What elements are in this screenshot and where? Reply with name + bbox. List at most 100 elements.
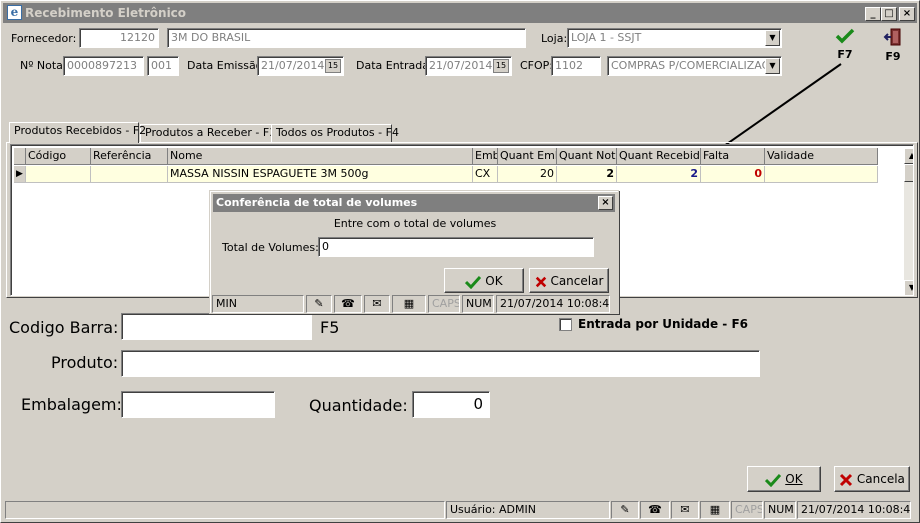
quantidade-label: Quantidade: (309, 396, 408, 415)
dialog-status-user: MIN (212, 295, 304, 313)
checkmark-icon (765, 473, 782, 487)
column-header[interactable]: Nome (168, 148, 473, 165)
emissao-label: Data Emissão: (187, 59, 267, 72)
total-volumes-input[interactable]: 0 (318, 237, 594, 257)
tab-produtos-recebidos[interactable]: Produtos Recebidos - F2 (9, 122, 146, 143)
cancel-x-icon (535, 276, 546, 287)
quantidade-input[interactable]: 0 (412, 391, 490, 418)
app-e-icon: e (7, 5, 22, 20)
volumes-dialog: Conferência de total de volumes × Entre … (209, 190, 619, 314)
row-indicator-icon: ▶ (14, 166, 26, 183)
title-bar: e Recebimento Eletrônico _ □ × (3, 3, 917, 23)
status-datetime: 21/07/2014 10:08:46 (797, 501, 911, 519)
entrada-unidade-checkbox[interactable] (559, 318, 572, 331)
column-header[interactable]: Código (26, 148, 91, 165)
loja-value: LOJA 1 - SSJT (571, 31, 642, 44)
cancel-label: Cancela (856, 472, 905, 486)
scroll-down-icon[interactable]: ▼ (904, 280, 913, 295)
scroll-thumb[interactable] (904, 164, 913, 182)
caps-indicator: CAPS (731, 501, 763, 519)
cfop-label: CFOP: (520, 59, 554, 72)
cancel-button[interactable]: Cancela (834, 466, 910, 492)
embalagem-input[interactable] (121, 391, 275, 418)
exit-f9-button[interactable]: F9 (879, 27, 907, 63)
dialog-close-button[interactable]: × (598, 196, 613, 210)
entrada-unidade-label: Entrada por Unidade - F6 (578, 317, 748, 331)
column-header[interactable]: Quant Recebida (617, 148, 701, 165)
dialog-ok-label: OK (485, 274, 503, 288)
cancel-x-icon (840, 473, 853, 486)
column-header[interactable]: Falta (701, 148, 765, 165)
produto-input[interactable] (121, 350, 760, 377)
nota-field[interactable]: 0000897213 (63, 56, 144, 76)
total-volumes-label: Total de Volumes: (222, 241, 319, 254)
f9-label: F9 (885, 50, 901, 63)
entrada-date-field[interactable]: 21/07/2014 15 (425, 56, 512, 76)
fornecedor-label: Fornecedor: (11, 32, 77, 45)
cell-falta[interactable]: 0 (701, 166, 765, 183)
column-header[interactable]: Validade (765, 148, 878, 165)
checkmark-icon (465, 275, 482, 289)
phone-icon[interactable]: ☎ (334, 295, 362, 313)
status-user: Usuário: ADMIN (446, 501, 610, 519)
cell-emb[interactable]: CX (473, 166, 498, 183)
mail-icon[interactable]: ✉ (364, 295, 390, 313)
emissao-value: 21/07/2014 (261, 59, 325, 72)
mail-icon[interactable]: ✉ (671, 501, 699, 519)
codigo-barra-input[interactable] (121, 313, 312, 340)
calculator-icon[interactable]: ▦ (700, 501, 730, 519)
notes-icon[interactable]: ✎ (611, 501, 639, 519)
column-header[interactable]: Quant Nota (557, 148, 617, 165)
dialog-cancel-label: Cancelar (550, 274, 604, 288)
notes-icon[interactable]: ✎ (306, 295, 332, 313)
close-button[interactable]: × (899, 7, 915, 21)
calculator-icon[interactable]: ▦ (392, 295, 426, 313)
dialog-status-datetime: 21/07/2014 10:08:46 (496, 295, 610, 313)
ok-button[interactable]: OK (747, 466, 821, 492)
phone-icon[interactable]: ☎ (640, 501, 670, 519)
tab-produtos-a-receber[interactable]: Produtos a Receber - F3 (140, 124, 276, 142)
codigo-barra-hint: F5 (320, 318, 340, 337)
column-header[interactable]: Referência (91, 148, 168, 165)
loja-select[interactable]: LOJA 1 - SSJT ▼ (567, 28, 782, 48)
dialog-num-indicator: NUM (462, 295, 494, 313)
dialog-prompt: Entre com o total de volumes (333, 217, 497, 230)
grid-vertical-scrollbar[interactable]: ▲ ▼ (904, 148, 913, 295)
status-bar: Usuário: ADMIN ✎ ☎ ✉ ▦ CAPS NUM 21/07/20… (5, 501, 917, 519)
codigo-barra-label: Codigo Barra: (9, 318, 119, 337)
dialog-ok-button[interactable]: OK (444, 268, 524, 293)
ok-label: OK (785, 472, 803, 486)
cell-quant-emb[interactable]: 20 (498, 166, 557, 183)
fornecedor-name-field[interactable]: 3M DO BRASIL (167, 28, 526, 48)
calendar-icon[interactable]: 15 (325, 59, 341, 73)
cell-referencia[interactable] (91, 166, 168, 183)
cfop-field[interactable]: 1102 (551, 56, 601, 76)
dialog-title: Conferência de total de volumes (216, 196, 418, 209)
tab-todos-os-produtos[interactable]: Todos os Produtos - F4 (271, 124, 399, 142)
cell-nome[interactable]: MASSA NISSIN ESPAGUETE 3M 500g (168, 166, 473, 183)
chevron-down-icon[interactable]: ▼ (765, 30, 780, 46)
maximize-button[interactable]: □ (881, 7, 897, 21)
serie-field[interactable]: 001 (147, 56, 179, 76)
dialog-title-bar: Conferência de total de volumes × (213, 194, 615, 212)
exit-door-icon (883, 28, 901, 46)
dialog-status-bar: MIN ✎ ☎ ✉ ▦ CAPS NUM 21/07/2014 10:08:46 (212, 295, 618, 313)
column-header[interactable]: Emb (473, 148, 498, 165)
fornecedor-code-field[interactable]: 12120 (79, 28, 159, 48)
cell-codigo[interactable] (26, 166, 91, 183)
window-title: Recebimento Eletrônico (25, 6, 187, 20)
loja-label: Loja: (541, 32, 568, 45)
column-header[interactable]: Quant Emb (498, 148, 557, 165)
status-panel-empty (5, 501, 445, 519)
nota-label: Nº Nota: (20, 59, 67, 72)
calendar-icon[interactable]: 15 (493, 59, 509, 73)
minimize-button[interactable]: _ (865, 7, 881, 21)
cell-quant-recebida[interactable]: 2 (617, 166, 701, 183)
scroll-up-icon[interactable]: ▲ (904, 148, 913, 164)
cell-quant-nota[interactable]: 2 (557, 166, 617, 183)
cell-validade[interactable] (765, 166, 878, 183)
checkmark-icon (835, 28, 855, 44)
main-window: e Recebimento Eletrônico _ □ × Fornecedo… (0, 0, 920, 523)
emissao-date-field[interactable]: 21/07/2014 15 (257, 56, 344, 76)
dialog-cancel-button[interactable]: Cancelar (529, 268, 609, 293)
